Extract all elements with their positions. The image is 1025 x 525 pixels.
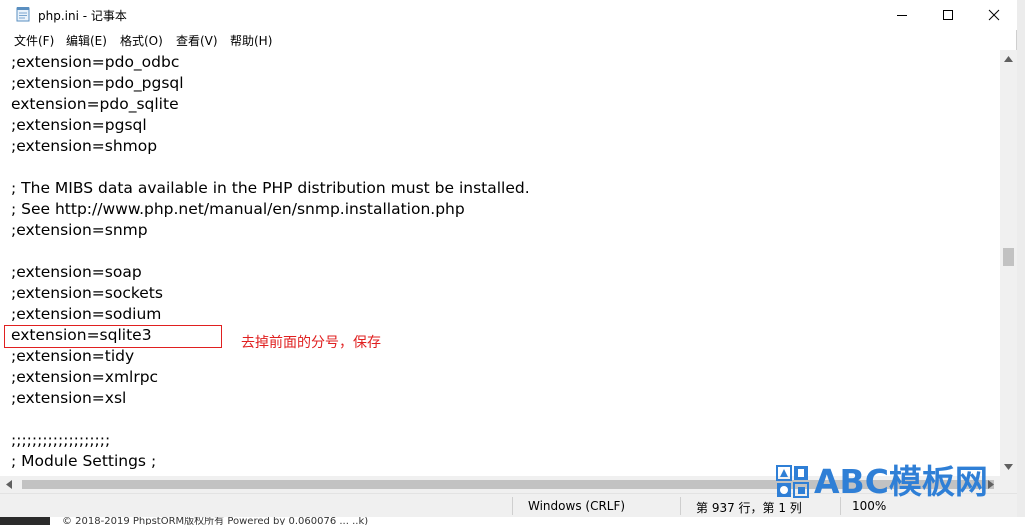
scroll-down-icon[interactable] [1004, 464, 1013, 470]
text-line: ;extension=pgsql [11, 116, 147, 134]
text-line: ;extension=tidy [11, 347, 135, 365]
notepad-window: php.ini - 记事本 文件(F) 编辑(E) 格式(O) 查看(V) 帮助… [0, 0, 1017, 517]
vertical-scroll-thumb[interactable] [1003, 248, 1014, 266]
text-line: ; Module Settings ; [11, 452, 157, 470]
text-line: ;extension=shmop [11, 137, 158, 155]
watermark-logo: ABC模板网 [776, 462, 988, 502]
menu-help[interactable]: 帮助(H) [230, 32, 272, 49]
text-line: ;extension=pdo_odbc [11, 53, 180, 71]
status-separator [680, 497, 681, 515]
line-ending-status: Windows (CRLF) [528, 499, 626, 513]
minimize-icon [897, 15, 907, 16]
vertical-scrollbar[interactable] [1000, 50, 1017, 476]
watermark-abc-icon [776, 465, 809, 498]
text-line: ;extension=sockets [11, 284, 163, 302]
maximize-icon [943, 10, 953, 20]
notepad-icon [16, 7, 30, 22]
text-line: ;extension=soap [11, 263, 142, 281]
highlight-box [4, 325, 222, 348]
text-line: ;extension=xmlrpc [11, 368, 159, 386]
status-separator [512, 497, 513, 515]
close-button[interactable] [971, 0, 1017, 30]
text-editor[interactable]: ;extension=pdo_odbc ;extension=pdo_pgsql… [0, 50, 1000, 476]
text-line: ; See http://www.php.net/manual/en/snmp.… [11, 200, 465, 218]
menu-bar: 文件(F) 编辑(E) 格式(O) 查看(V) 帮助(H) [0, 30, 1017, 50]
text-line: ;extension=pdo_pgsql [11, 74, 184, 92]
scroll-right-icon[interactable] [988, 480, 994, 489]
text-line: ;extension=sodium [11, 305, 162, 323]
menu-format[interactable]: 格式(O) [120, 32, 163, 49]
close-icon [988, 9, 1000, 21]
text-line: ; The MIBS data available in the PHP dis… [11, 179, 530, 197]
text-line: ;;;;;;;;;;;;;;;;;;; [11, 431, 111, 449]
background-footer-text: © 2018-2019 PhpstORM版权所有 Powered by 0.06… [62, 517, 369, 525]
background-page: © 2018-2019 PhpstORM版权所有 Powered by 0.06… [50, 517, 1025, 525]
annotation-text: 去掉前面的分号，保存 [241, 335, 381, 351]
menu-view[interactable]: 查看(V) [176, 32, 218, 49]
window-title: php.ini - 记事本 [38, 9, 127, 23]
text-line: extension=pdo_sqlite [11, 95, 179, 113]
menu-file[interactable]: 文件(F) [14, 32, 54, 49]
text-line: ;extension=snmp [11, 221, 148, 239]
watermark-text: ABC模板网 [814, 462, 988, 501]
text-line: ;extension=xsl [11, 389, 127, 407]
maximize-button[interactable] [925, 0, 971, 30]
minimize-button[interactable] [879, 0, 925, 30]
scroll-left-icon[interactable] [6, 480, 12, 489]
menu-edit[interactable]: 编辑(E) [66, 32, 107, 49]
scroll-up-icon[interactable] [1004, 56, 1013, 62]
background-window-edge [1017, 0, 1025, 517]
title-bar: php.ini - 记事本 [0, 0, 1017, 30]
scroll-corner [1000, 476, 1017, 493]
background-dark-strip [0, 517, 50, 525]
